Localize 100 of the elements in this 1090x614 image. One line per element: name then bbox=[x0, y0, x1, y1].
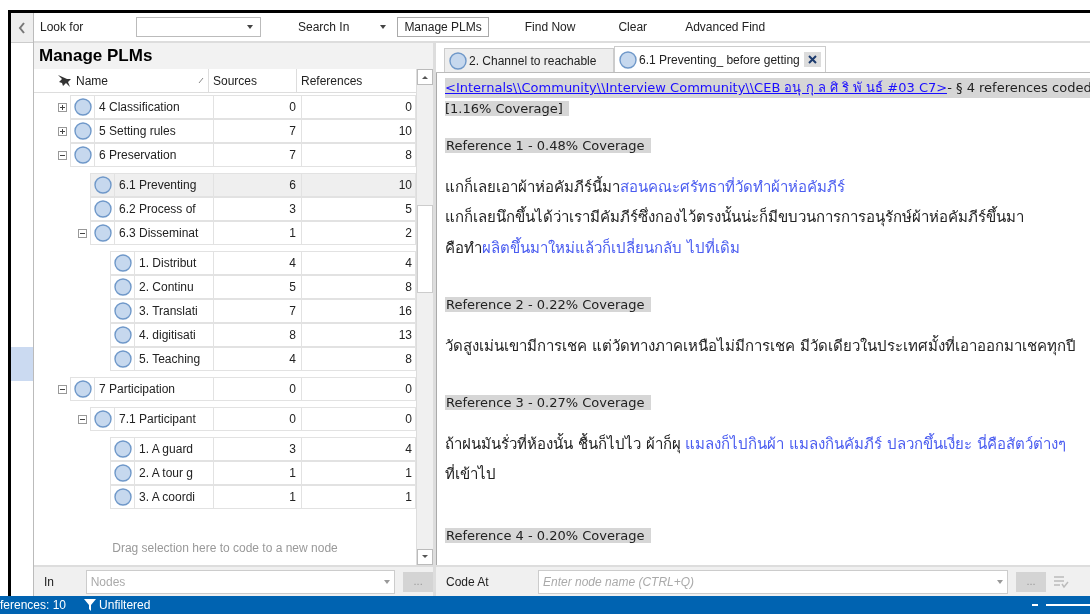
scroll-up-icon[interactable] bbox=[417, 69, 433, 85]
scroll-down-icon[interactable] bbox=[417, 549, 433, 565]
node-icon bbox=[449, 51, 467, 70]
references-count: 4 bbox=[405, 255, 412, 272]
reference-heading: Reference 3 - 0.27% Coverage bbox=[445, 395, 651, 410]
dropdown-caret-icon bbox=[997, 579, 1003, 584]
references-count: 8 bbox=[405, 279, 412, 296]
collapse-icon[interactable] bbox=[18, 21, 26, 34]
column-header[interactable]: References bbox=[297, 69, 416, 92]
expand-toggle-icon[interactable] bbox=[57, 126, 67, 136]
sources-count: 1 bbox=[289, 225, 296, 242]
transcript-line: แกก็เลยเอาผ้าห่อคัมภีร์นี้มาสอนคณะศรัทธาที่วัดทำผ้าห่อคัมภีร์ bbox=[445, 175, 846, 198]
node-name: 7.1 Participant bbox=[119, 411, 196, 428]
collapse-toggle-icon[interactable] bbox=[57, 384, 67, 394]
sources-count: 4 bbox=[289, 255, 296, 272]
tree-row[interactable]: 3. Translati 7 16 bbox=[110, 299, 416, 323]
node-name: 5. Teaching bbox=[139, 351, 201, 368]
node-name: 6.2 Process of bbox=[119, 201, 196, 218]
close-icon[interactable] bbox=[808, 55, 817, 64]
transcript-line: วัดสูงเม่นเขามีการเชค แต่วัดทางภาคเหนือไม่มีการเชค มีวัดเดียวในประเทศมั้งที่เอาออกมาเชคทุกปี bbox=[445, 334, 1077, 357]
node-name: 2. A tour g bbox=[139, 465, 194, 482]
toolbar-button[interactable]: Clear bbox=[618, 18, 648, 36]
column-header[interactable]: Sources bbox=[209, 69, 297, 92]
node-name: 5 Setting rules bbox=[99, 123, 176, 140]
node-name: 6.3 Disseminat bbox=[119, 225, 199, 242]
tree-row[interactable]: 4. digitisati 8 13 bbox=[110, 323, 416, 347]
collapse-toggle-icon[interactable] bbox=[77, 228, 87, 238]
references-count: 0 bbox=[405, 99, 412, 116]
sources-count: 7 bbox=[289, 147, 296, 164]
reference-heading: Reference 2 - 0.22% Coverage bbox=[445, 297, 651, 312]
references-count: 13 bbox=[398, 327, 412, 344]
reference-heading: Reference 4 - 0.20% Coverage bbox=[445, 527, 651, 543]
tree-row[interactable]: 7 Participation 0 0 bbox=[70, 377, 416, 401]
sources-count: 0 bbox=[289, 99, 296, 116]
tree-row[interactable]: 6 Preservation 7 8 bbox=[70, 143, 416, 167]
references-count: 10 bbox=[398, 177, 412, 194]
node-icon bbox=[113, 350, 132, 368]
collapse-toggle-icon[interactable] bbox=[77, 414, 87, 424]
node-icon bbox=[113, 302, 132, 320]
node-icon bbox=[73, 98, 92, 116]
look-for-field[interactable] bbox=[136, 17, 261, 37]
filter-icon[interactable] bbox=[83, 598, 98, 612]
references-count: 16 bbox=[398, 303, 412, 320]
look-for-label: Look for bbox=[40, 19, 85, 36]
node-icon bbox=[93, 224, 112, 242]
sources-count: 0 bbox=[289, 381, 296, 398]
toolbar-button[interactable]: Find Now bbox=[524, 18, 576, 36]
node-icon bbox=[73, 380, 92, 398]
dropdown-caret-icon bbox=[384, 579, 391, 584]
references-status: ferences: 10 bbox=[0, 597, 67, 614]
node-icon bbox=[113, 440, 132, 458]
tree-row[interactable]: 6.1 Preventing 6 10 bbox=[90, 173, 416, 197]
tree-row[interactable]: 4 Classification 0 0 bbox=[70, 95, 416, 119]
references-count: 8 bbox=[405, 351, 412, 368]
references-count: 5 bbox=[405, 201, 412, 218]
collapse-toggle-icon[interactable] bbox=[57, 150, 67, 160]
node-icon bbox=[113, 254, 132, 272]
sources-count: 7 bbox=[289, 303, 296, 320]
node-icon bbox=[73, 122, 92, 140]
column-header[interactable]: Name bbox=[76, 71, 108, 90]
filter-status[interactable]: Unfiltered bbox=[99, 596, 151, 614]
code-at-label: Code At bbox=[446, 573, 490, 591]
tree-row[interactable]: 5 Setting rules 7 10 bbox=[70, 119, 416, 143]
dropdown-caret-icon[interactable] bbox=[379, 24, 388, 30]
references-count: 10 bbox=[398, 123, 412, 140]
search-in-label: Search In bbox=[298, 19, 350, 36]
tree-row[interactable]: 6.2 Process of 3 5 bbox=[90, 197, 416, 221]
node-name: 7 Participation bbox=[99, 381, 176, 398]
node-icon bbox=[113, 278, 132, 296]
sources-count: 5 bbox=[289, 279, 296, 296]
coverage-text: [1.16% Coverage] bbox=[445, 100, 569, 116]
tab[interactable]: 6.1 Preventing_ before getting bbox=[614, 46, 826, 72]
node-icon bbox=[113, 464, 132, 482]
references-count: 8 bbox=[405, 147, 412, 164]
sources-count: 4 bbox=[289, 351, 296, 368]
source-link[interactable]: <Internals\\Community\\Interview Community\\CEB อนุ กุ ล ศิ ริ พั นธ์ #03 C7> bbox=[445, 78, 948, 98]
node-icon bbox=[93, 176, 112, 194]
transcript-line: ถ้าฝนมันรั่วที่ห้องนั้น ชื้นก็ไปไว ผ้าก็ผุ แมลงก็ไปกินผ้า แมลงกินคัมภีร์ ปลวกขึ้นเงี่ยะ นี่คือสัตว์ต่างๆ bbox=[445, 432, 1067, 455]
tree-row[interactable]: 2. A tour g 1 1 bbox=[110, 461, 416, 485]
sources-count: 0 bbox=[289, 411, 296, 428]
tree-row[interactable]: 7.1 Participant 0 0 bbox=[90, 407, 416, 431]
node-name: 3. Translati bbox=[139, 303, 198, 320]
scroll-thumb[interactable] bbox=[417, 205, 433, 293]
node-icon bbox=[619, 50, 637, 69]
references-count: 2 bbox=[405, 225, 412, 242]
tree-row[interactable]: 2. Continu 5 8 bbox=[110, 275, 416, 299]
expand-toggle-icon[interactable] bbox=[57, 102, 67, 112]
search-in-field[interactable]: Manage PLMs bbox=[397, 17, 489, 37]
tree-row[interactable]: 6.3 Disseminat 1 2 bbox=[90, 221, 416, 245]
tree-row[interactable]: 5. Teaching 4 8 bbox=[110, 347, 416, 371]
tree-row[interactable]: 1. A guard 3 4 bbox=[110, 437, 416, 461]
transcript-line: ที่เข้าไป bbox=[445, 463, 497, 485]
tab[interactable]: 2. Channel to reachable bbox=[444, 48, 614, 72]
node-icon bbox=[113, 326, 132, 344]
toolbar-button[interactable]: Advanced Find bbox=[685, 18, 766, 36]
tree-row[interactable]: 3. A coordi 1 1 bbox=[110, 485, 416, 509]
sources-count: 7 bbox=[289, 123, 296, 140]
node-icon bbox=[73, 146, 92, 164]
tree-row[interactable]: 1. Distribut 4 4 bbox=[110, 251, 416, 275]
references-count: 0 bbox=[405, 381, 412, 398]
